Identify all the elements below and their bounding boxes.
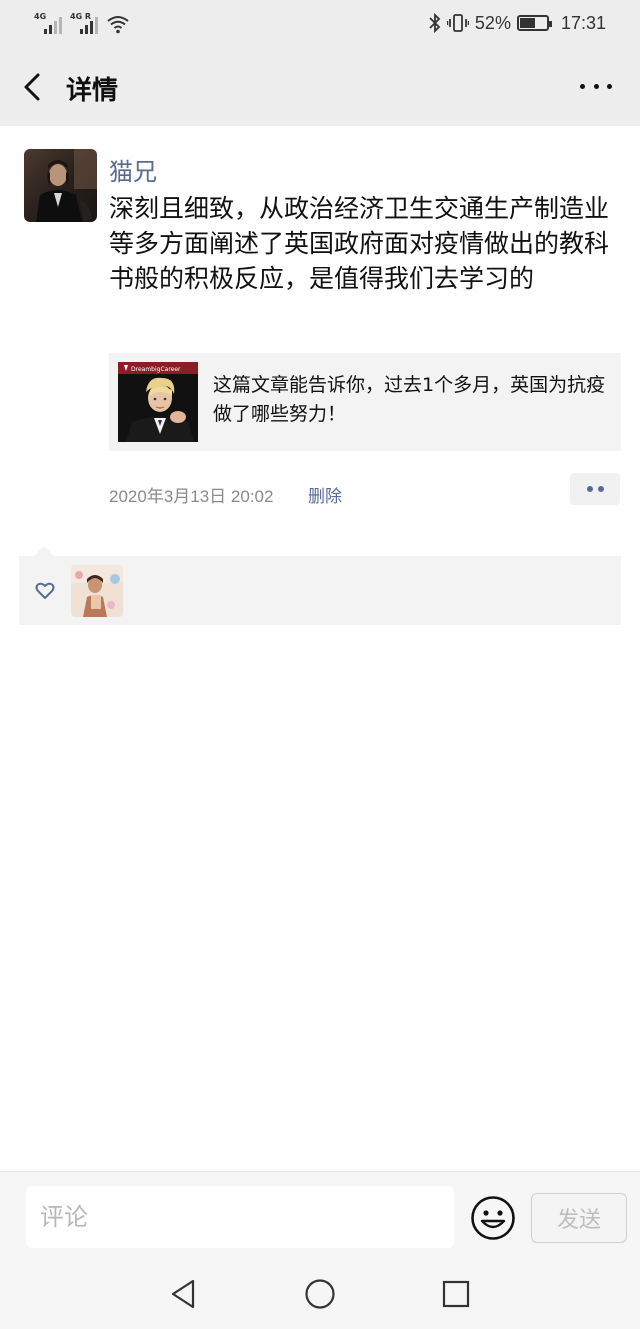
emoji-button[interactable]	[470, 1195, 516, 1241]
system-recents-button[interactable]	[440, 1278, 472, 1310]
author-photo	[24, 149, 97, 222]
likes-panel	[19, 556, 621, 625]
clock: 17:31	[560, 12, 606, 33]
liker-avatar[interactable]	[71, 565, 123, 617]
vibrate-icon	[446, 14, 469, 32]
author-avatar[interactable]	[24, 149, 97, 222]
menu-dot-icon	[586, 486, 593, 492]
back-button[interactable]	[18, 68, 52, 106]
back-arrow-icon	[24, 73, 40, 101]
status-right: 52% 17:31	[429, 10, 606, 36]
author-name-link[interactable]: 猫兄	[109, 152, 157, 187]
menu-dot-icon	[597, 486, 604, 492]
system-navigation-bar	[0, 1259, 640, 1329]
more-dot-icon	[607, 83, 612, 89]
bluetooth-icon	[429, 13, 441, 33]
battery-percent: 52%	[474, 12, 511, 33]
like-comment-menu-button[interactable]	[570, 473, 620, 505]
comment-bar: 发送	[0, 1171, 640, 1259]
cellular-signal-2-icon: 4G R	[70, 12, 98, 34]
smiley-icon	[471, 1196, 515, 1240]
more-dot-icon	[580, 83, 585, 89]
cellular-signal-icon: 4G	[34, 12, 62, 34]
more-dot-icon	[593, 83, 599, 89]
article-thumbnail: DreambigCareer	[118, 362, 198, 442]
battery-icon	[516, 15, 552, 31]
post-timestamp: 2020年3月13日 20:02	[109, 487, 274, 506]
page-title: 详情	[66, 76, 119, 106]
article-title: 这篇文章能告诉你，过去1个多月，英国为抗疫做了哪些努力！	[213, 374, 606, 425]
comment-input[interactable]	[26, 1186, 454, 1248]
heart-icon	[35, 582, 55, 599]
post-body-text: 深刻且细致，从政治经济卫生交通生产制造业等多方面阐述了英国政府面对疫情做出的教科…	[109, 194, 610, 293]
wifi-icon	[107, 16, 129, 34]
nav-bar: 详情	[0, 48, 640, 126]
signal-indicators: 4G 4G R	[34, 12, 130, 34]
circle-home-icon	[305, 1279, 335, 1309]
thumb-brand-text: DreambigCareer	[131, 366, 181, 373]
shared-article-card[interactable]: DreambigCareer 这篇文章能告诉你，过去1个多月，英国为抗疫做了哪些…	[109, 353, 621, 451]
triangle-back-icon	[171, 1279, 195, 1309]
more-options-button[interactable]	[580, 78, 612, 94]
square-recents-icon	[442, 1280, 470, 1308]
send-button[interactable]: 发送	[531, 1193, 627, 1243]
system-home-button[interactable]	[304, 1278, 336, 1310]
delete-post-link[interactable]: 删除	[308, 482, 342, 507]
likes-panel-pointer	[34, 546, 54, 556]
status-bar: 4G 4G R 52% 17:31	[0, 0, 640, 48]
system-back-button[interactable]	[168, 1278, 200, 1310]
